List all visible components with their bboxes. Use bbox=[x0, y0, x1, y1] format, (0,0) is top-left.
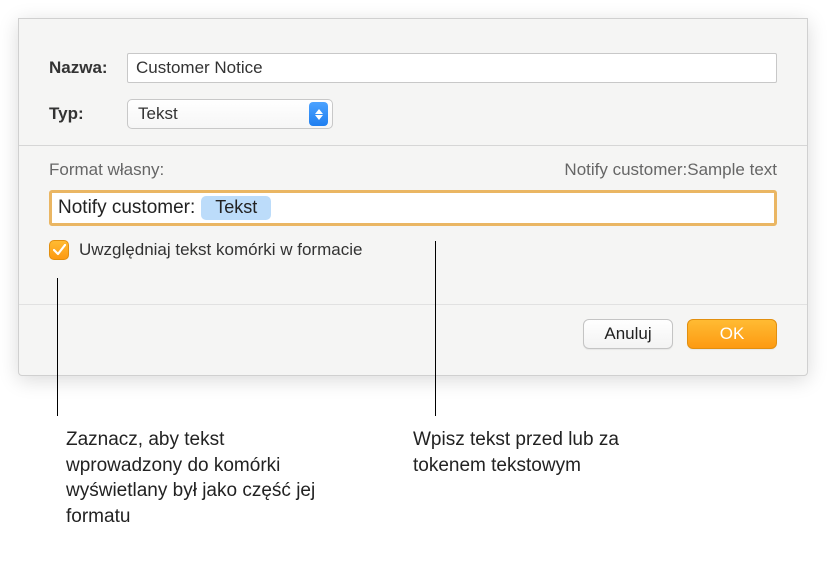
text-token[interactable]: Tekst bbox=[201, 196, 271, 220]
include-cell-text-row: Uwzględniaj tekst komórki w formacie bbox=[49, 240, 777, 260]
format-own-label: Format własny: bbox=[49, 160, 164, 180]
include-cell-text-label: Uwzględniaj tekst komórki w formacie bbox=[79, 240, 362, 260]
name-label: Nazwa: bbox=[49, 58, 127, 78]
callout-token: Wpisz tekst przed lub za tokenem tekstow… bbox=[413, 427, 693, 478]
type-label: Typ: bbox=[49, 104, 127, 124]
callout-checkbox: Zaznacz, aby tekst wprowadzony do komórk… bbox=[66, 427, 326, 530]
type-select-value: Tekst bbox=[138, 104, 178, 124]
cancel-button[interactable]: Anuluj bbox=[583, 319, 673, 349]
chevron-up-down-icon bbox=[309, 102, 328, 126]
name-row: Nazwa: bbox=[49, 53, 777, 83]
callout-leader-right bbox=[435, 241, 436, 416]
checkmark-icon bbox=[53, 244, 66, 256]
divider bbox=[19, 145, 807, 146]
custom-format-dialog: Nazwa: Typ: Tekst Format własny: Notify … bbox=[18, 18, 808, 376]
dialog-buttons: Anuluj OK bbox=[19, 304, 807, 353]
name-input[interactable] bbox=[127, 53, 777, 83]
callout-leader-left bbox=[57, 278, 58, 416]
ok-button[interactable]: OK bbox=[687, 319, 777, 349]
type-select[interactable]: Tekst bbox=[127, 99, 333, 129]
dialog-body: Nazwa: Typ: Tekst Format własny: Notify … bbox=[19, 19, 807, 375]
type-select-wrapper: Tekst bbox=[127, 99, 333, 129]
format-prefix-text: Notify customer: bbox=[58, 197, 195, 219]
format-input[interactable]: Notify customer: Tekst bbox=[49, 190, 777, 226]
format-preview: Notify customer:Sample text bbox=[564, 160, 777, 180]
include-cell-text-checkbox[interactable] bbox=[49, 240, 69, 260]
format-header: Format własny: Notify customer:Sample te… bbox=[49, 160, 777, 180]
type-row: Typ: Tekst bbox=[49, 99, 777, 129]
